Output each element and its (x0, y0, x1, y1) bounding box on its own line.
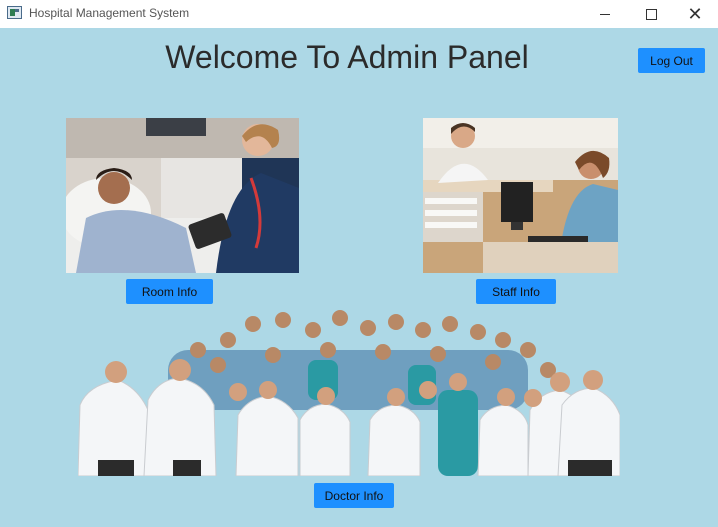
room-info-button[interactable]: Room Info (126, 279, 213, 304)
page-title: Welcome To Admin Panel (165, 39, 529, 75)
doctor-info-button[interactable]: Doctor Info (314, 483, 394, 508)
admin-panel: Welcome To Admin Panel Log Out Room Info… (0, 28, 718, 527)
close-icon[interactable]: ✕ (672, 0, 718, 28)
window-title: Hospital Management System (29, 6, 190, 20)
app-window-icon (7, 6, 22, 19)
minimize-icon[interactable] (582, 0, 628, 28)
window-titlebar: Hospital Management System ✕ (0, 0, 718, 28)
logout-button[interactable]: Log Out (638, 48, 705, 73)
maximize-icon[interactable] (628, 0, 674, 28)
staff-info-button[interactable]: Staff Info (476, 279, 556, 304)
room-info-image (66, 118, 299, 273)
doctor-info-image (78, 310, 620, 476)
staff-info-image (423, 118, 618, 273)
